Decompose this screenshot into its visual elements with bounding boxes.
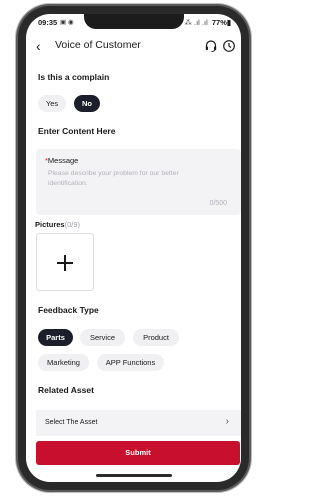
back-arrow-icon[interactable]: ‹ (36, 38, 41, 54)
message-char-counter: 0/500 (209, 200, 227, 207)
pictures-label: Pictures(0/9) (35, 220, 81, 229)
clock-icon[interactable] (222, 39, 236, 53)
pictures-count: (0/9) (64, 220, 81, 229)
submit-button[interactable]: Submit (36, 441, 240, 465)
battery-indicator: 77%▮ (211, 18, 231, 27)
feedback-type-product[interactable]: Product (133, 329, 179, 346)
select-asset-row[interactable]: Select The Asset › (36, 410, 241, 436)
message-placeholder: Please describe your problem for our bet… (48, 170, 179, 187)
feedback-type-parts[interactable]: Parts (38, 329, 73, 346)
page-title: Voice of Customer (55, 39, 141, 51)
complain-option-no[interactable]: No (74, 95, 100, 112)
feedback-type-marketing[interactable]: Marketing (38, 354, 89, 371)
home-indicator (96, 474, 172, 477)
complain-question: Is this a complain (38, 72, 110, 82)
select-asset-label: Select The Asset (45, 419, 98, 426)
add-picture-button[interactable] (36, 233, 94, 291)
feedback-type-service[interactable]: Service (80, 329, 125, 346)
signal-icon: ⁂ .ıl .ıl (184, 18, 208, 27)
feedback-type-title: Feedback Type (38, 305, 99, 315)
status-bar: 09:35 ▣ ◉ ⁂ .ıl .ıl 77%▮ (26, 14, 241, 32)
message-label: *Message (45, 156, 79, 165)
app-header: ‹ Voice of Customer (26, 36, 241, 58)
status-time: 09:35 (38, 18, 58, 27)
complain-option-yes[interactable]: Yes (38, 95, 66, 112)
feedback-type-app-functions[interactable]: APP Functions (97, 354, 164, 371)
status-right: ⁂ .ıl .ıl 77%▮ (184, 18, 231, 27)
related-asset-title: Related Asset (38, 385, 94, 395)
plus-icon-vertical (64, 255, 66, 271)
headset-icon[interactable] (204, 39, 218, 53)
notification-icons: ▣ ◉ (60, 19, 74, 26)
message-textarea[interactable]: *Message Please describe your problem fo… (36, 149, 241, 215)
chevron-right-icon: › (225, 416, 229, 427)
screen: 09:35 ▣ ◉ ⁂ .ıl .ıl 77%▮ ‹ Voice of Cust… (26, 14, 241, 482)
content-section-title: Enter Content Here (38, 126, 116, 136)
